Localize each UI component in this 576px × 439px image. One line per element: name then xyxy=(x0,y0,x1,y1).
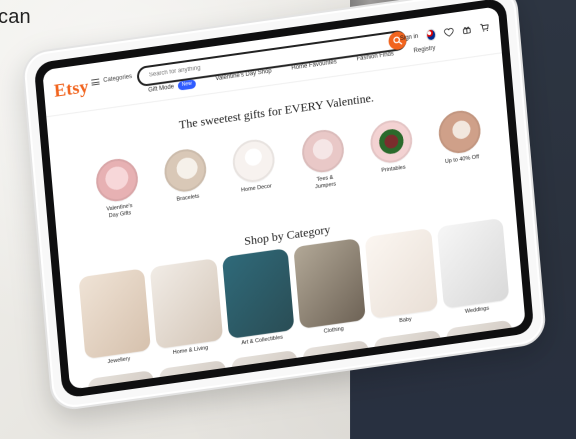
circle-image xyxy=(368,117,414,166)
category-image xyxy=(436,217,510,309)
sign-in-link[interactable]: Sign in xyxy=(400,34,419,43)
category-card-weddings[interactable]: Weddings xyxy=(436,217,511,318)
circle-label: Home Decor xyxy=(240,183,273,194)
circle-item-home-decor[interactable]: Home Decor xyxy=(224,136,286,197)
category-label: Clothing xyxy=(323,325,345,335)
circle-image xyxy=(436,108,483,156)
category-image xyxy=(78,268,152,360)
category-image xyxy=(364,227,438,319)
circle-label: Tees & Jumpers xyxy=(314,174,337,191)
circle-label: Printables xyxy=(381,164,406,175)
gift-mode-label: Gift Mode xyxy=(148,83,175,94)
category-card-clothing[interactable]: Clothing xyxy=(293,237,367,338)
circle-item-up-to-40-off[interactable]: Up to 40% Off xyxy=(429,107,491,168)
menu-icon xyxy=(91,78,100,86)
circle-label: Up to 40% Off xyxy=(444,154,480,166)
more-tile[interactable] xyxy=(87,369,155,390)
category-card-jewellery[interactable]: Jewellery xyxy=(78,268,152,368)
circle-image xyxy=(162,146,209,195)
category-image xyxy=(221,248,295,340)
category-label: Jewellery xyxy=(107,355,131,366)
category-label: Home & Living xyxy=(172,345,209,356)
category-card-baby[interactable]: Baby xyxy=(364,227,439,328)
circle-label: Valentine's Day Gifts xyxy=(106,203,133,220)
category-label: Baby xyxy=(398,316,412,325)
new-badge: New xyxy=(177,79,197,91)
circle-image xyxy=(231,136,277,185)
category-card-art-collectibles[interactable]: Art & Collectibles xyxy=(221,248,296,348)
scene: can Etsy Categories Search for anything … xyxy=(0,0,576,439)
subnav-item-registry[interactable]: Registry xyxy=(413,45,436,57)
circle-item-printables[interactable]: Printables xyxy=(361,117,423,178)
tablet-screen: Etsy Categories Search for anything Sign… xyxy=(42,6,526,390)
cart-icon[interactable] xyxy=(479,22,490,33)
circle-image xyxy=(94,156,140,204)
categories-button[interactable]: Categories xyxy=(91,74,132,86)
categories-label: Categories xyxy=(103,73,133,84)
circle-item-tees-jumpers[interactable]: Tees & Jumpers xyxy=(292,126,355,194)
tablet-bezel: Etsy Categories Search for anything Sign… xyxy=(33,0,535,399)
category-image xyxy=(150,258,223,350)
etsy-logo[interactable]: Etsy xyxy=(53,76,89,102)
country-flag-icon[interactable] xyxy=(425,28,437,42)
header-actions: Sign in xyxy=(400,22,490,45)
category-label: Weddings xyxy=(464,305,490,315)
background-text: can xyxy=(0,6,31,28)
circle-item-valentines[interactable]: Valentine's Day Gifts xyxy=(86,155,149,223)
tablet-device: Etsy Categories Search for anything Sign… xyxy=(20,0,548,413)
heart-icon[interactable] xyxy=(444,27,455,38)
gift-icon[interactable] xyxy=(461,24,472,35)
circle-image xyxy=(299,127,346,176)
circle-item-bracelets[interactable]: Bracelets xyxy=(155,145,217,206)
category-image xyxy=(293,237,367,329)
circle-label: Bracelets xyxy=(176,193,200,203)
category-card-home-living[interactable]: Home & Living xyxy=(150,258,224,358)
